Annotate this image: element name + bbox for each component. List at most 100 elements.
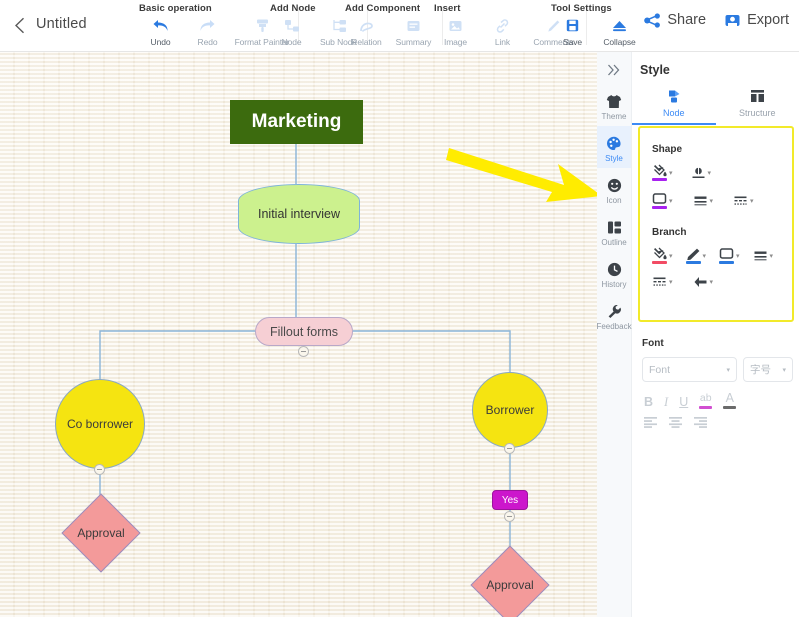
collapse-toggle-borrower[interactable] (504, 443, 515, 454)
save-button[interactable]: Save (549, 15, 596, 47)
chevron-down-icon: ▾ (782, 366, 786, 374)
add-node-button[interactable]: Node (268, 15, 315, 47)
rail-label: Feedback (596, 322, 632, 331)
collapse-toggle-fillout[interactable] (298, 346, 309, 357)
font-section-label: Font (642, 338, 664, 349)
node-label: Approval (486, 578, 534, 592)
outline-icon (607, 218, 622, 236)
shape-section-label: Shape (652, 144, 683, 155)
add-summary-button[interactable]: Summary (390, 15, 437, 47)
node-borrower[interactable]: Borrower (472, 372, 548, 448)
branch-width-button[interactable]: ▾ (753, 250, 773, 262)
align-left-button[interactable] (644, 415, 658, 433)
shape-border-width-button[interactable]: ▾ (693, 195, 714, 207)
rail-item-icon[interactable]: Icon (597, 168, 631, 210)
node-label: Borrower (485, 403, 535, 417)
back-button[interactable] (8, 14, 30, 36)
rail-item-theme[interactable]: Theme (597, 84, 631, 126)
panel-expand-toggle[interactable] (597, 56, 631, 84)
chevrons-right-icon (608, 64, 620, 76)
font-color-button[interactable]: A (723, 391, 737, 409)
rail-item-feedback[interactable]: Feedback (596, 294, 632, 336)
rail-item-history[interactable]: History (597, 252, 631, 294)
branch-style-button[interactable]: ▾ (652, 276, 673, 288)
chevron-down-icon: ▾ (709, 198, 714, 205)
font-section: Font Font ▾ 字号 ▾ B I U ab A (642, 338, 794, 433)
summary-icon (406, 16, 421, 35)
italic-button[interactable]: I (664, 395, 668, 409)
chevron-down-icon: ▾ (669, 279, 673, 286)
relation-curve-icon (359, 16, 374, 35)
tab-label: Structure (738, 108, 776, 118)
node-marketing[interactable]: Marketing (230, 100, 363, 144)
collapse-toggle-co-borrower[interactable] (94, 464, 105, 475)
branch-fill-color-button[interactable]: ▾ (652, 247, 673, 264)
branch-arrow-button[interactable]: ▾ (693, 276, 713, 288)
style-panel: Style Node Structure Shape ▾ ▾ ▾ ▾ ▾ Bra… (632, 52, 799, 617)
palette-icon (606, 134, 622, 152)
underline-button[interactable]: U (679, 395, 688, 409)
branch-pen-swatch (685, 260, 701, 264)
undo-button[interactable]: Undo (137, 15, 184, 47)
top-toolbar: Untitled Basic operation Undo Redo Forma… (0, 0, 799, 52)
bold-button[interactable]: B (644, 395, 653, 409)
tab-node[interactable]: Node (632, 87, 716, 125)
rail-item-outline[interactable]: Outline (597, 210, 631, 252)
collapse-icon (611, 16, 628, 35)
font-family-select[interactable]: Font ▾ (642, 357, 737, 382)
link-icon (495, 16, 510, 35)
shape-picker-button[interactable]: ▾ (652, 193, 673, 209)
font-color-swatch (723, 406, 737, 409)
fill-bucket-icon (652, 164, 667, 181)
branch-shape-button[interactable]: ▾ (719, 247, 740, 264)
shape-fill-color-button[interactable]: ▾ (652, 164, 673, 181)
font-size-value: 字号 (750, 364, 771, 376)
border-width-icon (693, 195, 708, 207)
share-label: Share (667, 12, 707, 28)
insert-image-button[interactable]: Image (432, 15, 479, 47)
node-co-borrower[interactable]: Co borrower (55, 379, 145, 469)
node-initial-interview[interactable]: Initial interview (238, 184, 360, 244)
rail-label: History (601, 280, 627, 289)
rail-label: Style (605, 154, 623, 163)
node-fillout-forms[interactable]: Fillout forms (255, 317, 353, 346)
node-yes[interactable]: Yes (492, 490, 528, 510)
collapse-button[interactable]: Collapse (596, 15, 643, 47)
redo-label: Redo (197, 37, 218, 47)
add-relation-button[interactable]: Relation (343, 15, 390, 47)
rail-label: Icon (606, 196, 622, 205)
shape-border-color-button[interactable]: ▾ (691, 166, 711, 179)
align-right-button[interactable] (694, 415, 708, 433)
share-button[interactable]: Share (644, 12, 706, 28)
export-folder-icon (725, 14, 740, 26)
toolbar-group-tool-settings: Tool Settings Save Collapse (549, 3, 643, 49)
chevron-down-icon: ▾ (669, 169, 673, 177)
node-style-icon (666, 87, 682, 105)
insert-link-label: Link (494, 37, 511, 47)
bold-icon: B (644, 394, 654, 409)
export-button[interactable]: Export (724, 12, 789, 28)
panel-tabs: Node Structure (632, 87, 799, 125)
fill-color-swatch (652, 178, 667, 181)
redo-button[interactable]: Redo (184, 15, 231, 47)
align-center-icon (669, 416, 682, 428)
tab-structure[interactable]: Structure (716, 87, 799, 125)
font-format-row: B I U ab A (642, 391, 794, 409)
highlight-button[interactable]: ab (699, 391, 713, 409)
insert-link-button[interactable]: Link (479, 15, 526, 47)
branch-pen-color-button[interactable]: ▾ (685, 248, 706, 264)
mindmap-canvas[interactable]: Marketing Initial interview Fillout form… (0, 52, 597, 617)
branch-controls-row-1: ▾ ▾ ▾ ▾ (652, 247, 792, 264)
collapse-toggle-yes[interactable] (504, 511, 515, 522)
document-title[interactable]: Untitled (36, 16, 87, 32)
chevron-down-icon: ▾ (750, 198, 754, 205)
node-label: Initial interview (258, 207, 340, 221)
node-approval-left[interactable]: Approval (61, 493, 141, 573)
structure-grid-icon (750, 87, 765, 105)
shape-controls-row-2: ▾ ▾ ▾ (652, 193, 792, 209)
align-center-button[interactable] (669, 415, 683, 433)
font-size-select[interactable]: 字号 ▾ (743, 357, 793, 382)
rail-item-style[interactable]: Style (597, 126, 631, 168)
node-approval-right[interactable]: Approval (470, 545, 550, 617)
shape-border-style-button[interactable]: ▾ (733, 195, 754, 207)
